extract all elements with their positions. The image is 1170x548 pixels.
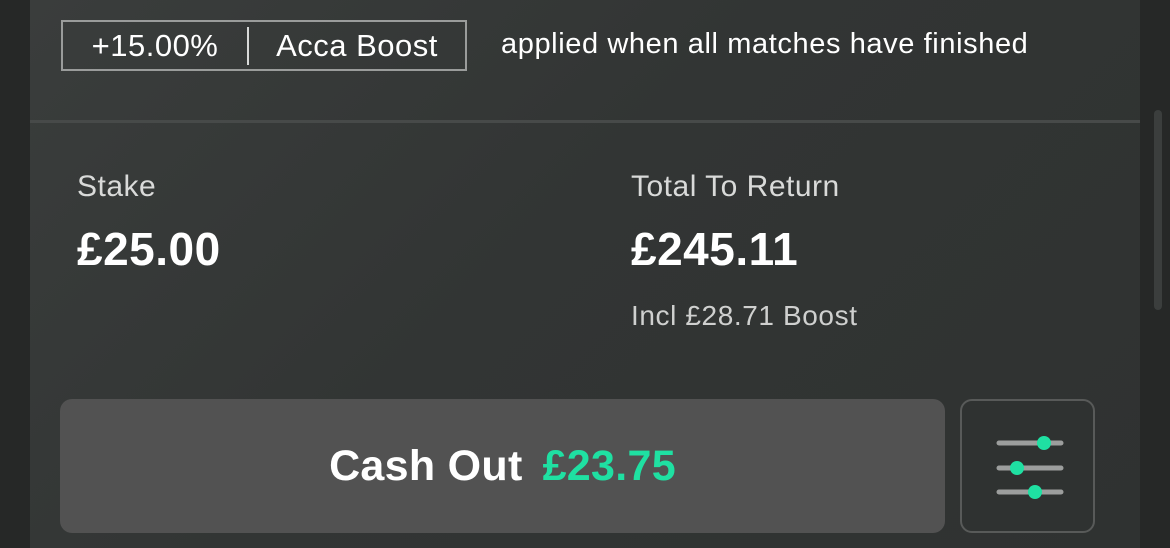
bet-slip-page: +15.00% Acca Boost applied when all matc…: [0, 0, 1170, 548]
total-return-label: Total To Return: [631, 170, 840, 203]
sliders-icon: [996, 436, 1064, 499]
cash-out-label: Cash Out: [329, 441, 523, 490]
total-return-amount: £245.11: [631, 223, 799, 275]
boost-name: Acca Boost: [276, 27, 438, 63]
cash-out-button[interactable]: Cash Out £23.75: [60, 399, 945, 533]
boost-note: applied when all matches have finished: [501, 28, 1029, 60]
boost-included-note: Incl £28.71 Boost: [631, 300, 858, 331]
stake-label: Stake: [77, 170, 157, 203]
section-divider: [30, 120, 1140, 123]
boost-percent: +15.00%: [91, 27, 219, 63]
cash-out-amount: £23.75: [542, 441, 676, 490]
scrollbar[interactable]: [1154, 110, 1162, 310]
cash-out-settings-button[interactable]: [960, 399, 1095, 533]
acca-boost-badge: +15.00% Acca Boost: [61, 20, 467, 71]
stake-amount: £25.00: [77, 223, 221, 275]
